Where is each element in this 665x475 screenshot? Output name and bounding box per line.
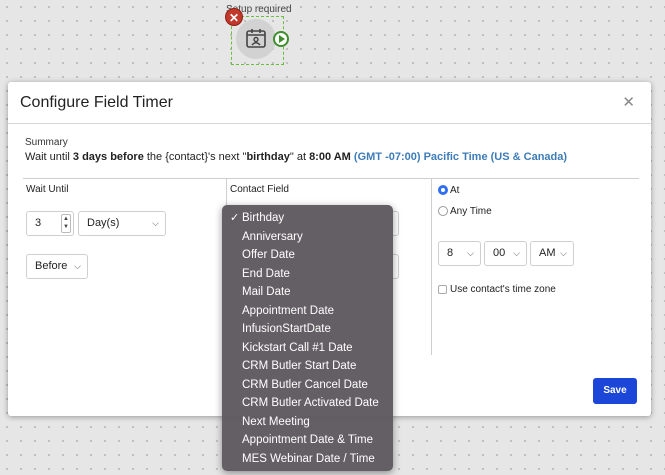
option-label: CRM Butler Activated Date [242, 397, 379, 409]
play-circle-icon[interactable] [273, 31, 289, 47]
dropdown-option[interactable]: Next Meeting [222, 413, 393, 432]
summary-section: Summary Wait until 3 days before the {co… [25, 137, 567, 163]
wait-amount-value: 3 [35, 217, 42, 229]
summary-at: " at [289, 151, 310, 163]
summary-time: 8:00 AM [309, 151, 351, 163]
summary-text: Wait until 3 days before the {contact}'s… [25, 151, 567, 163]
option-label: Kickstart Call #1 Date [242, 341, 353, 354]
chevron-down-icon: ⌵ [513, 248, 520, 258]
dialog-header: Configure Field Timer ✕ [8, 82, 651, 124]
dropdown-option[interactable]: MES Webinar Date / Time [222, 450, 393, 469]
option-label: Anniversary [242, 230, 303, 243]
chevron-down-icon: ⌵ [560, 248, 567, 258]
chevron-down-icon: ⌵ [467, 248, 474, 258]
contact-field-dropdown-menu: ✓ Birthday Anniversary Offer Date End Dat… [222, 205, 393, 471]
contact-field-heading: Contact Field [230, 184, 289, 195]
dropdown-option[interactable]: Appointment Date [222, 302, 393, 321]
chevron-down-icon: ⌵ [74, 261, 81, 271]
dropdown-option[interactable]: Offer Date [222, 246, 393, 265]
option-label: CRM Butler Cancel Date [242, 378, 368, 391]
dropdown-option[interactable]: CRM Butler Start Date [222, 357, 393, 376]
use-contact-timezone-checkbox[interactable] [438, 285, 447, 294]
dropdown-option[interactable]: Anniversary [222, 228, 393, 247]
wait-until-panel: Wait Until 3 ▲ ▼ Day(s) ⌵ Before ⌵ [23, 179, 227, 355]
dropdown-option[interactable]: CRM Butler Activated Date [222, 394, 393, 413]
wait-until-heading: Wait Until [26, 184, 69, 195]
at-label: At [450, 185, 460, 196]
option-label: MES Webinar Date / Time [242, 452, 375, 465]
amount-stepper-icon[interactable]: ▲ ▼ [61, 214, 71, 233]
dialog-title: Configure Field Timer [20, 94, 173, 111]
error-badge-icon[interactable]: ✕ [225, 8, 243, 26]
chevron-down-icon: ⌵ [152, 218, 159, 228]
option-label: Appointment Date & Time [242, 434, 374, 446]
option-label: Mail Date [242, 286, 291, 298]
wait-unit-value: Day(s) [87, 217, 120, 229]
summary-prefix: Wait until [25, 151, 73, 163]
summary-timezone-link[interactable]: (GMT -07:00) Pacific Time (US & Canada) [354, 151, 567, 163]
dropdown-option[interactable]: Kickstart Call #1 Date [222, 339, 393, 358]
summary-field: birthday [246, 151, 290, 163]
dropdown-option[interactable]: ✓ Birthday [222, 209, 393, 228]
calendar-person-icon [246, 29, 266, 48]
summary-middle: the {contact}'s next " [143, 151, 247, 163]
any-time-label: Any Time [450, 206, 492, 217]
save-button[interactable]: Save [593, 378, 637, 404]
any-time-radio[interactable] [438, 206, 448, 216]
dropdown-option[interactable]: Appointment Date & Time [222, 431, 393, 450]
option-label: Appointment Date [242, 304, 335, 317]
summary-offset: 3 days before [72, 151, 144, 163]
checkmark-icon: ✓ [230, 212, 240, 224]
summary-label: Summary [25, 137, 68, 148]
option-label: InfusionStartDate [242, 323, 331, 335]
dropdown-option[interactable]: End Date [222, 265, 393, 284]
minute-value: 00 [493, 247, 506, 259]
dropdown-option[interactable]: InfusionStartDate [222, 320, 393, 339]
option-label: Next Meeting [242, 415, 310, 428]
option-label: End Date [242, 267, 290, 280]
meridiem-value: AM [539, 247, 556, 259]
option-label: Offer Date [242, 249, 295, 261]
dropdown-option[interactable]: Mail Date [222, 283, 393, 302]
hour-select[interactable]: 8 ⌵ [438, 241, 481, 266]
close-icon[interactable]: ✕ [622, 93, 635, 111]
hour-value: 8 [447, 247, 454, 259]
use-contact-timezone-label: Use contact's time zone [450, 284, 556, 295]
minute-select[interactable]: 00 ⌵ [484, 241, 527, 266]
wait-direction-value: Before [35, 260, 68, 272]
wait-unit-select[interactable]: Day(s) ⌵ [78, 211, 166, 236]
time-panel: At Any Time 8 ⌵ 00 ⌵ AM ⌵ Use contact's … [432, 179, 639, 355]
meridiem-select[interactable]: AM ⌵ [530, 241, 574, 266]
field-timer-node[interactable] [236, 19, 276, 59]
wait-direction-select[interactable]: Before ⌵ [26, 254, 88, 279]
wait-amount-input[interactable]: 3 ▲ ▼ [26, 211, 74, 236]
option-label: CRM Butler Start Date [242, 360, 357, 372]
at-radio[interactable] [438, 185, 448, 195]
dropdown-option[interactable]: CRM Butler Cancel Date [222, 376, 393, 395]
option-label: Birthday [242, 212, 285, 224]
